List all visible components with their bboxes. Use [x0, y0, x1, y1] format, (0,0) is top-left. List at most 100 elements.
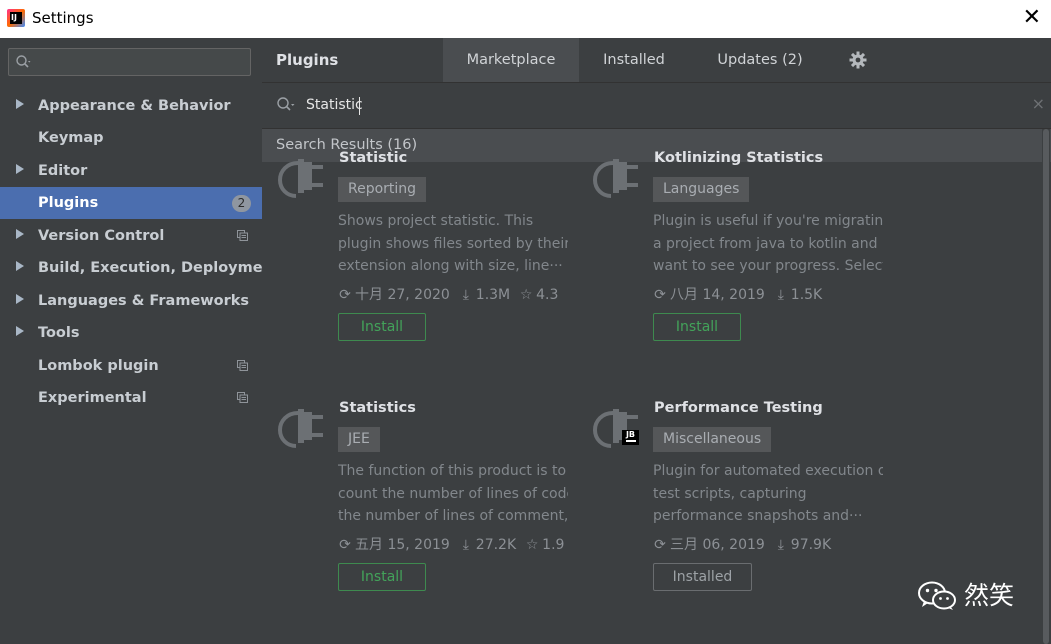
- search-icon: [16, 55, 31, 68]
- description-line: Shows project statistic. This: [338, 213, 534, 229]
- description-line: a project from java to kotlin and: [653, 235, 878, 252]
- sidebar-item-label: Languages & Frameworks: [38, 293, 250, 309]
- sidebar-item-label: Experimental: [38, 390, 147, 406]
- plugin-card[interactable]: Statistics JEE The function of this produc…: [278, 400, 588, 600]
- results-scrollbar[interactable]: [1042, 129, 1050, 644]
- tab-updates[interactable]: Updates (2): [702, 38, 818, 82]
- expand-arrow-icon[interactable]: [16, 99, 24, 109]
- plugin-date: 八月 14, 2019: [670, 287, 765, 303]
- window-title: Settings: [32, 9, 94, 27]
- plugin-name[interactable]: Statistic: [339, 150, 407, 166]
- sidebar-item-appearance-behavior[interactable]: Appearance & Behavior: [0, 90, 262, 122]
- tab-installed[interactable]: Installed: [579, 38, 689, 82]
- intellij-logo-icon: IJ: [7, 9, 25, 27]
- project-level-icon: [237, 360, 248, 371]
- description-line: extension along with size, line···: [338, 258, 563, 274]
- expand-arrow-icon[interactable]: [16, 326, 24, 336]
- sidebar-item-editor[interactable]: Editor: [0, 155, 262, 187]
- plugin-meta: ⟳ 三月 06, 2019 ⤓ 97.9K: [653, 534, 840, 554]
- plugin-card[interactable]: Kotlinizing Statistics Languages Plugin is…: [593, 150, 903, 350]
- project-level-icon: [237, 392, 248, 403]
- star-icon: ☆: [519, 287, 533, 303]
- expand-arrow-icon[interactable]: [16, 229, 24, 239]
- plugin-date: 十月 27, 2020: [355, 287, 450, 303]
- description-line: Plugin for automated execution of: [653, 463, 883, 479]
- description-line: count the number of lines of code,: [338, 485, 568, 502]
- sidebar-item-keymap[interactable]: Keymap: [0, 122, 262, 154]
- description-line: want to see your progress. Select···: [653, 258, 883, 274]
- plugin-category-tag[interactable]: Languages: [653, 177, 750, 202]
- tab-marketplace[interactable]: Marketplace: [443, 38, 579, 82]
- sidebar-item-experimental[interactable]: Experimental: [0, 382, 262, 414]
- sidebar-item-plugins[interactable]: Plugins 2: [0, 187, 262, 219]
- project-level-icon: [237, 230, 248, 241]
- star-icon: ☆: [525, 537, 539, 553]
- sidebar-item-label: Build, Execution, Deployment: [38, 260, 280, 276]
- search-icon: [277, 97, 295, 111]
- scrollbar-thumb[interactable]: [1043, 129, 1049, 644]
- plugins-tab-bar: Plugins Marketplace Installed Updates (2…: [262, 38, 1051, 83]
- gear-icon[interactable]: [849, 51, 867, 69]
- plugin-icon: [278, 409, 323, 448]
- download-icon: ⤓: [777, 537, 784, 553]
- plugin-category-tag[interactable]: JEE: [338, 427, 380, 452]
- plugin-date: 五月 15, 2019: [355, 537, 450, 553]
- download-icon: ⤓: [462, 537, 469, 553]
- close-window-button[interactable]: ✕: [1023, 5, 1041, 31]
- plugin-downloads: 97.9K: [790, 537, 832, 553]
- sidebar-item-label: Plugins: [38, 195, 99, 211]
- plugin-description: The function of this product is to count …: [338, 460, 568, 528]
- install-button[interactable]: Install: [338, 313, 426, 341]
- page-title: Plugins: [276, 51, 339, 69]
- expand-arrow-icon[interactable]: [16, 261, 24, 271]
- plugin-description: Plugin for automated execution of test sc…: [653, 460, 883, 528]
- description-line: the number of lines of comment,···: [338, 508, 568, 524]
- plugin-category-tag[interactable]: Reporting: [338, 177, 427, 202]
- sidebar-item-tools[interactable]: Tools: [0, 317, 262, 349]
- sidebar-item-build-execution-deployment[interactable]: Build, Execution, Deployment: [0, 252, 280, 284]
- wechat-icon: [918, 581, 956, 610]
- plugin-name[interactable]: Statistics: [339, 400, 416, 416]
- plugin-category-tag[interactable]: Miscellaneous: [653, 427, 772, 452]
- sidebar-search-field[interactable]: [8, 48, 251, 76]
- plugin-search-bar: ×: [262, 83, 1051, 129]
- sidebar-item-label: Version Control: [38, 228, 165, 244]
- plugin-downloads: 1.3M: [475, 287, 511, 303]
- description-line: test scripts, capturing: [653, 485, 807, 502]
- text-cursor: [359, 97, 360, 115]
- plugin-rating: 4.3: [536, 287, 559, 303]
- plugin-card[interactable]: JB Performance Testing Miscellaneous Plugin…: [593, 400, 903, 600]
- download-icon: ⤓: [777, 287, 784, 303]
- plugin-search-input[interactable]: [306, 92, 956, 118]
- plugin-downloads: 1.5K: [790, 287, 823, 303]
- install-button[interactable]: Install: [338, 563, 426, 591]
- description-line: plugin shows files sorted by their: [338, 235, 568, 252]
- plugin-meta: ⟳ 十月 27, 2020 ⤓ 1.3M ☆ 4.3: [338, 284, 567, 304]
- refresh-icon: ⟳: [654, 537, 666, 553]
- expand-arrow-icon[interactable]: [16, 164, 24, 174]
- refresh-icon: ⟳: [339, 537, 351, 553]
- plugin-name[interactable]: Kotlinizing Statistics: [654, 150, 823, 166]
- sidebar-item-label: Keymap: [38, 130, 104, 146]
- sidebar-item-lombok-plugin[interactable]: Lombok plugin: [0, 350, 262, 382]
- description-line: The function of this product is to: [338, 463, 567, 479]
- plugin-rating: 1.9: [542, 537, 565, 553]
- refresh-icon: ⟳: [654, 287, 666, 303]
- sidebar-item-languages-frameworks[interactable]: Languages & Frameworks: [0, 285, 262, 317]
- expand-arrow-icon[interactable]: [16, 294, 24, 304]
- clear-search-button[interactable]: ×: [1032, 94, 1045, 113]
- refresh-icon: ⟳: [339, 287, 351, 303]
- description-line: Plugin is useful if you're migrating: [653, 213, 883, 229]
- plugin-name[interactable]: Performance Testing: [654, 400, 823, 416]
- sidebar-item-label: Lombok plugin: [38, 358, 159, 374]
- plugin-date: 三月 06, 2019: [670, 537, 765, 553]
- plugin-meta: ⟳ 五月 15, 2019 ⤓ 27.2K ☆ 1.9: [338, 534, 573, 554]
- update-count-badge: 2: [232, 195, 251, 212]
- plugin-description: Shows project statistic. This plugin show…: [338, 210, 568, 278]
- install-button[interactable]: Install: [653, 313, 741, 341]
- jetbrains-logo-icon: JB: [622, 430, 639, 445]
- plugin-icon: [593, 159, 638, 198]
- sidebar-item-version-control[interactable]: Version Control: [0, 220, 262, 252]
- plugin-card[interactable]: Statistic Reporting Shows project statisti…: [278, 150, 588, 350]
- installed-button[interactable]: Installed: [653, 563, 752, 591]
